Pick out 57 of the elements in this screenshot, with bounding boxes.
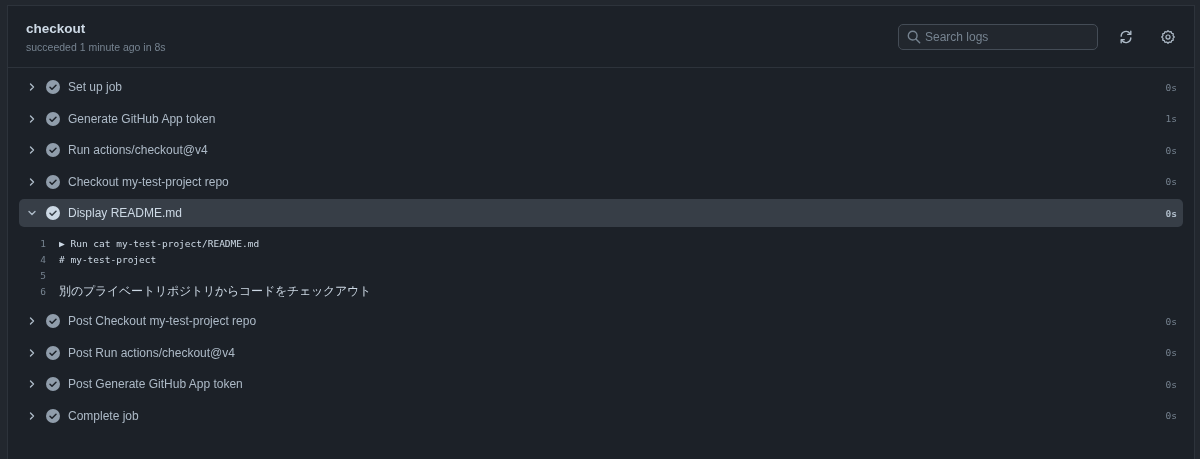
step-label: Post Generate GitHub App token bbox=[68, 377, 244, 391]
step-label: Checkout my-test-project repo bbox=[68, 174, 230, 189]
check-circle-icon bbox=[46, 111, 60, 126]
step-duration: 0s bbox=[1165, 176, 1177, 187]
step-duration: 0s bbox=[1165, 410, 1177, 421]
check-circle-icon bbox=[46, 174, 60, 189]
step-label: Display README.md bbox=[68, 206, 184, 220]
refresh-icon bbox=[1119, 29, 1133, 44]
step-duration: 0s bbox=[1165, 207, 1177, 219]
step-duration: 0s bbox=[1165, 144, 1177, 156]
log-line: # my-test-project bbox=[59, 253, 157, 265]
line-number: 4 bbox=[39, 253, 47, 265]
chevron-icon bbox=[27, 82, 37, 92]
step-row[interactable]: Display README.md 0s bbox=[19, 199, 1183, 227]
job-summary: succeeded 1 minute ago in 8s bbox=[26, 40, 167, 53]
chevron-icon bbox=[27, 176, 37, 187]
step-row[interactable]: Post Run actions/checkout@v4 0s bbox=[19, 338, 1183, 367]
log-line: ▶ Run cat my-test-project/README.md bbox=[59, 237, 260, 249]
step-label: Complete job bbox=[68, 408, 140, 423]
check-circle-icon bbox=[46, 206, 60, 220]
step-row[interactable]: Post Checkout my-test-project repo 0s bbox=[19, 307, 1183, 335]
chevron-icon bbox=[27, 208, 37, 218]
step-row[interactable]: Checkout my-test-project repo 0s bbox=[19, 167, 1183, 196]
step-label: Post Run actions/checkout@v4 bbox=[68, 345, 236, 360]
step-duration: 0s bbox=[1165, 378, 1177, 390]
step-duration: 0s bbox=[1165, 81, 1177, 93]
check-circle-icon bbox=[46, 377, 60, 391]
line-number: 5 bbox=[39, 269, 47, 281]
chevron-icon bbox=[27, 113, 37, 124]
step-label: Generate GitHub App token bbox=[68, 111, 217, 126]
chevron-icon bbox=[27, 145, 37, 155]
chevron-icon bbox=[27, 379, 37, 389]
check-circle-icon bbox=[46, 80, 60, 94]
step-row[interactable]: Generate GitHub App token 1s bbox=[19, 104, 1183, 133]
job-title: checkout bbox=[26, 20, 87, 36]
log-line: 別のプライベートリポジトリからコードをチェックアウト bbox=[59, 282, 371, 300]
step-row[interactable]: Complete job 0s bbox=[19, 401, 1183, 430]
step-row[interactable]: Set up job 0s bbox=[19, 73, 1183, 101]
chevron-icon bbox=[27, 316, 37, 326]
chevron-icon bbox=[27, 347, 37, 358]
step-label: Set up job bbox=[68, 80, 124, 94]
line-number: 1 bbox=[39, 237, 47, 249]
step-label: Run actions/checkout@v4 bbox=[68, 143, 209, 157]
chevron-icon bbox=[27, 410, 37, 421]
step-label: Post Checkout my-test-project repo bbox=[68, 314, 258, 328]
check-circle-icon bbox=[46, 408, 60, 423]
line-number: 6 bbox=[39, 285, 47, 297]
search-field[interactable]: Search logs bbox=[898, 23, 1098, 50]
step-duration: 0s bbox=[1165, 315, 1177, 327]
step-row[interactable]: Run actions/checkout@v4 0s bbox=[19, 136, 1183, 164]
settings-icon bbox=[1161, 29, 1175, 44]
step-duration: 0s bbox=[1165, 347, 1177, 358]
check-circle-icon bbox=[46, 314, 60, 328]
check-circle-icon bbox=[46, 345, 60, 360]
check-circle-icon bbox=[46, 143, 60, 157]
step-duration: 1s bbox=[1165, 113, 1177, 124]
step-row[interactable]: Post Generate GitHub App token 0s bbox=[19, 370, 1183, 398]
